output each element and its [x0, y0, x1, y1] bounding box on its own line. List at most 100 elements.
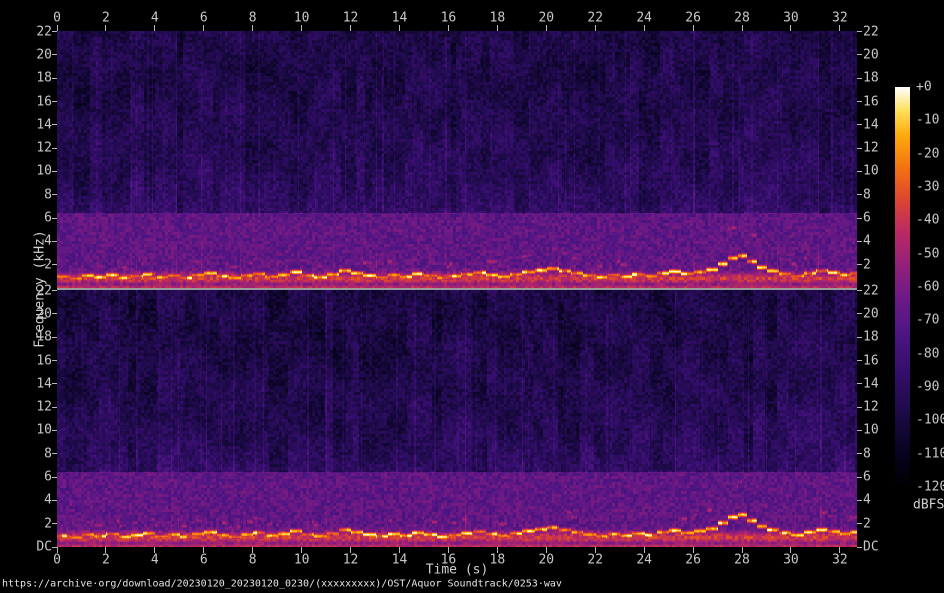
- x-axis-tick-label: 12: [342, 552, 359, 568]
- x-axis-tick-mark: [203, 25, 205, 31]
- y-axis-tick-mark: [52, 124, 57, 126]
- x-axis-tick-label: 30: [783, 10, 799, 26]
- x-axis-tick-mark: [350, 25, 352, 31]
- y-axis-tick-mark: [857, 313, 862, 315]
- colorbar-tick-label: -70: [916, 312, 940, 328]
- y-axis-tick-mark: [52, 453, 57, 455]
- y-axis-tick-mark: [52, 77, 57, 79]
- y-axis-tick-label: 2: [863, 516, 871, 532]
- y-axis-tick-mark: [52, 101, 57, 102]
- colorbar-tick-label: -80: [916, 346, 940, 362]
- y-axis-tick-label: 6: [44, 469, 52, 485]
- y-axis-tick-label: 10: [863, 163, 879, 179]
- y-axis-tick-mark: [52, 360, 57, 361]
- y-axis-tick-mark: [52, 147, 57, 149]
- y-axis-tick-label: 14: [36, 376, 52, 392]
- x-axis-tick-label: 8: [248, 10, 257, 26]
- x-axis-tick-label: 10: [293, 552, 310, 568]
- x-axis-tick-label: 16: [440, 10, 457, 26]
- y-axis-tick-label: 12: [36, 140, 52, 156]
- y-axis-tick-label: 8: [863, 187, 871, 203]
- y-axis-tick-label: 22: [863, 24, 879, 40]
- y-axis-tick-label: 8: [44, 187, 52, 203]
- colorbar-gradient: [895, 87, 910, 487]
- x-axis-tick-mark: [399, 25, 400, 31]
- y-axis-tick-mark: [857, 101, 862, 102]
- x-axis-tick-label: 26: [685, 10, 701, 26]
- x-axis-tick-mark: [643, 25, 645, 31]
- x-axis-tick-mark: [545, 25, 547, 31]
- y-axis-tick-mark: [857, 406, 862, 408]
- y-axis-tick-mark: [857, 546, 862, 548]
- y-axis-tick-label: 4: [44, 233, 52, 249]
- x-axis-tick-label: 4: [150, 552, 159, 568]
- x-axis-tick-label: 18: [489, 552, 506, 568]
- x-axis-tick-label: 6: [199, 552, 208, 568]
- y-axis-tick-label: 20: [36, 47, 52, 63]
- y-axis-tick-label: 2: [863, 257, 871, 273]
- x-axis-tick-label: 0: [53, 552, 61, 568]
- x-axis-tick-label: 2: [102, 552, 110, 568]
- y-axis-tick-label: DC: [36, 539, 52, 555]
- x-axis-tick-label: 16: [440, 552, 457, 568]
- y-axis-tick-label: 18: [863, 70, 879, 86]
- x-axis-tick-label: 14: [391, 10, 408, 26]
- y-axis-tick-label: 4: [863, 492, 871, 508]
- x-axis-tick-mark: [496, 25, 498, 31]
- x-axis-tick-mark: [741, 25, 743, 31]
- colorbar-tick-label: -110: [916, 446, 944, 462]
- y-axis-tick-label: 16: [863, 94, 879, 109]
- y-axis-tick-label: 18: [36, 70, 52, 86]
- y-axis-tick-mark: [857, 217, 862, 219]
- colorbar-tick-label: -100: [916, 412, 944, 428]
- y-axis-tick-mark: [857, 523, 862, 525]
- y-axis-tick-label: 22: [36, 283, 52, 299]
- x-axis-tick-label: 32: [832, 10, 848, 26]
- y-axis-tick-label: 4: [863, 233, 871, 249]
- y-axis-tick-mark: [52, 264, 57, 266]
- x-axis-tick-label: 20: [538, 10, 555, 26]
- y-axis-tick-mark: [52, 476, 57, 478]
- colorbar-tick-label: -90: [916, 379, 940, 395]
- y-axis-tick-label: 20: [863, 306, 879, 322]
- y-axis-tick-mark: [52, 170, 57, 172]
- x-axis-tick-label: 4: [150, 10, 159, 26]
- y-axis-tick-label: 12: [863, 399, 879, 415]
- y-axis-tick-mark: [857, 264, 862, 266]
- y-axis-tick-label: 22: [863, 283, 879, 299]
- y-axis-tick-label: 16: [36, 94, 52, 109]
- x-axis-tick-mark: [301, 25, 303, 31]
- y-axis-tick-mark: [857, 383, 862, 385]
- x-axis-tick-label: 18: [489, 10, 506, 26]
- y-axis-tick-mark: [52, 194, 57, 196]
- y-axis-tick-mark: [52, 429, 57, 431]
- y-axis-tick-label: 2: [44, 257, 52, 273]
- x-axis-tick-mark: [692, 25, 694, 31]
- y-axis-tick-label: 12: [36, 399, 52, 415]
- x-axis-tick-mark: [154, 25, 156, 31]
- y-axis-tick-mark: [52, 290, 57, 292]
- x-axis-tick-label: 0: [53, 10, 61, 26]
- y-axis-tick-mark: [52, 240, 57, 242]
- colorbar-tick-label: -50: [916, 246, 940, 262]
- y-axis-tick-label: 12: [863, 140, 879, 156]
- y-axis-tick-mark: [52, 336, 57, 338]
- colorbar-unit-label: dBFS: [913, 497, 944, 513]
- x-axis-tick-label: 12: [342, 10, 359, 26]
- y-axis-tick-label: 16: [863, 353, 879, 368]
- x-axis-tick-mark: [447, 25, 449, 31]
- colorbar-tick-label: -30: [916, 179, 940, 195]
- spectrogram-figure: Frequency (kHz) Time (s) dBFS https://ar…: [0, 0, 944, 593]
- y-axis-tick-label: 4: [44, 492, 52, 508]
- y-axis-tick-mark: [52, 546, 57, 548]
- y-axis-tick-label: 20: [36, 306, 52, 322]
- y-axis-tick-mark: [52, 54, 57, 56]
- y-axis-tick-mark: [52, 523, 57, 525]
- x-axis-tick-label: 6: [199, 10, 208, 26]
- x-axis-tick-label: 8: [248, 552, 257, 568]
- colorbar-tick-label: +0: [916, 79, 932, 95]
- x-axis-tick-label: 22: [587, 10, 604, 26]
- channel-1-spectrogram: [57, 31, 857, 288]
- x-axis-tick-mark: [839, 25, 841, 31]
- x-axis-tick-label: 32: [832, 552, 848, 568]
